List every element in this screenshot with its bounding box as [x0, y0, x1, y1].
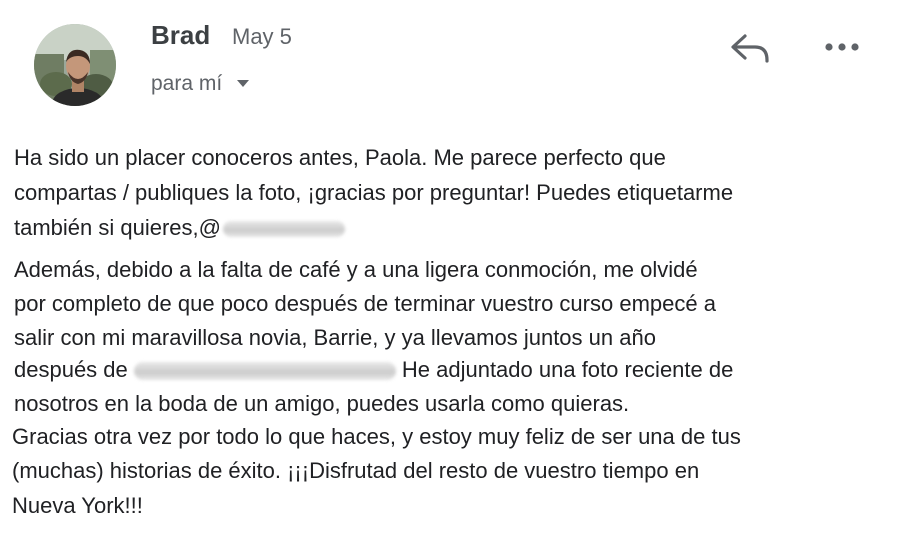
message-line: también si quieres,@ [14, 212, 345, 244]
message-line: por completo de que poco después de term… [14, 291, 716, 316]
more-vert-icon [825, 43, 859, 51]
message-line: (muchas) historias de éxito. ¡¡¡Disfruta… [12, 458, 700, 483]
avatar-photo [34, 24, 116, 106]
message-line: Nueva York!!! [12, 493, 143, 518]
message-line: Ha sido un placer conoceros antes, Paola… [14, 145, 666, 170]
more-options-button[interactable] [820, 26, 866, 70]
mention-at: @ [198, 215, 221, 240]
message-line: compartas / publiques la foto, ¡gracias … [14, 180, 734, 205]
message-text: también si quieres, [14, 215, 199, 240]
message-line: salir con mi maravillosa novia, Barrie, … [14, 325, 656, 350]
email-message: Brad May 5 para mí Ha sido un placer con… [0, 0, 898, 554]
redacted-text [133, 362, 396, 381]
recipient-details-toggle[interactable]: para mí [151, 70, 250, 96]
message-date: May 5 [232, 24, 292, 49]
redacted-handle [223, 221, 345, 238]
reply-icon [731, 34, 769, 63]
sender-name[interactable]: Brad [151, 20, 210, 51]
avatar[interactable] [34, 24, 116, 106]
message-line: Además, debido a la falta de café y a un… [14, 257, 698, 282]
message-line: después de He adjuntado una foto recient… [14, 354, 733, 386]
message-line: nosotros en la boda de un amigo, puedes … [14, 391, 630, 416]
reply-button[interactable] [727, 26, 775, 70]
message-text: después de [14, 357, 128, 382]
caret-down-icon [237, 70, 250, 94]
message-text: He adjuntado una foto reciente de [395, 357, 734, 382]
message-line: Gracias otra vez por todo lo que haces, … [12, 424, 741, 449]
recipient-label: para mí [151, 72, 223, 95]
